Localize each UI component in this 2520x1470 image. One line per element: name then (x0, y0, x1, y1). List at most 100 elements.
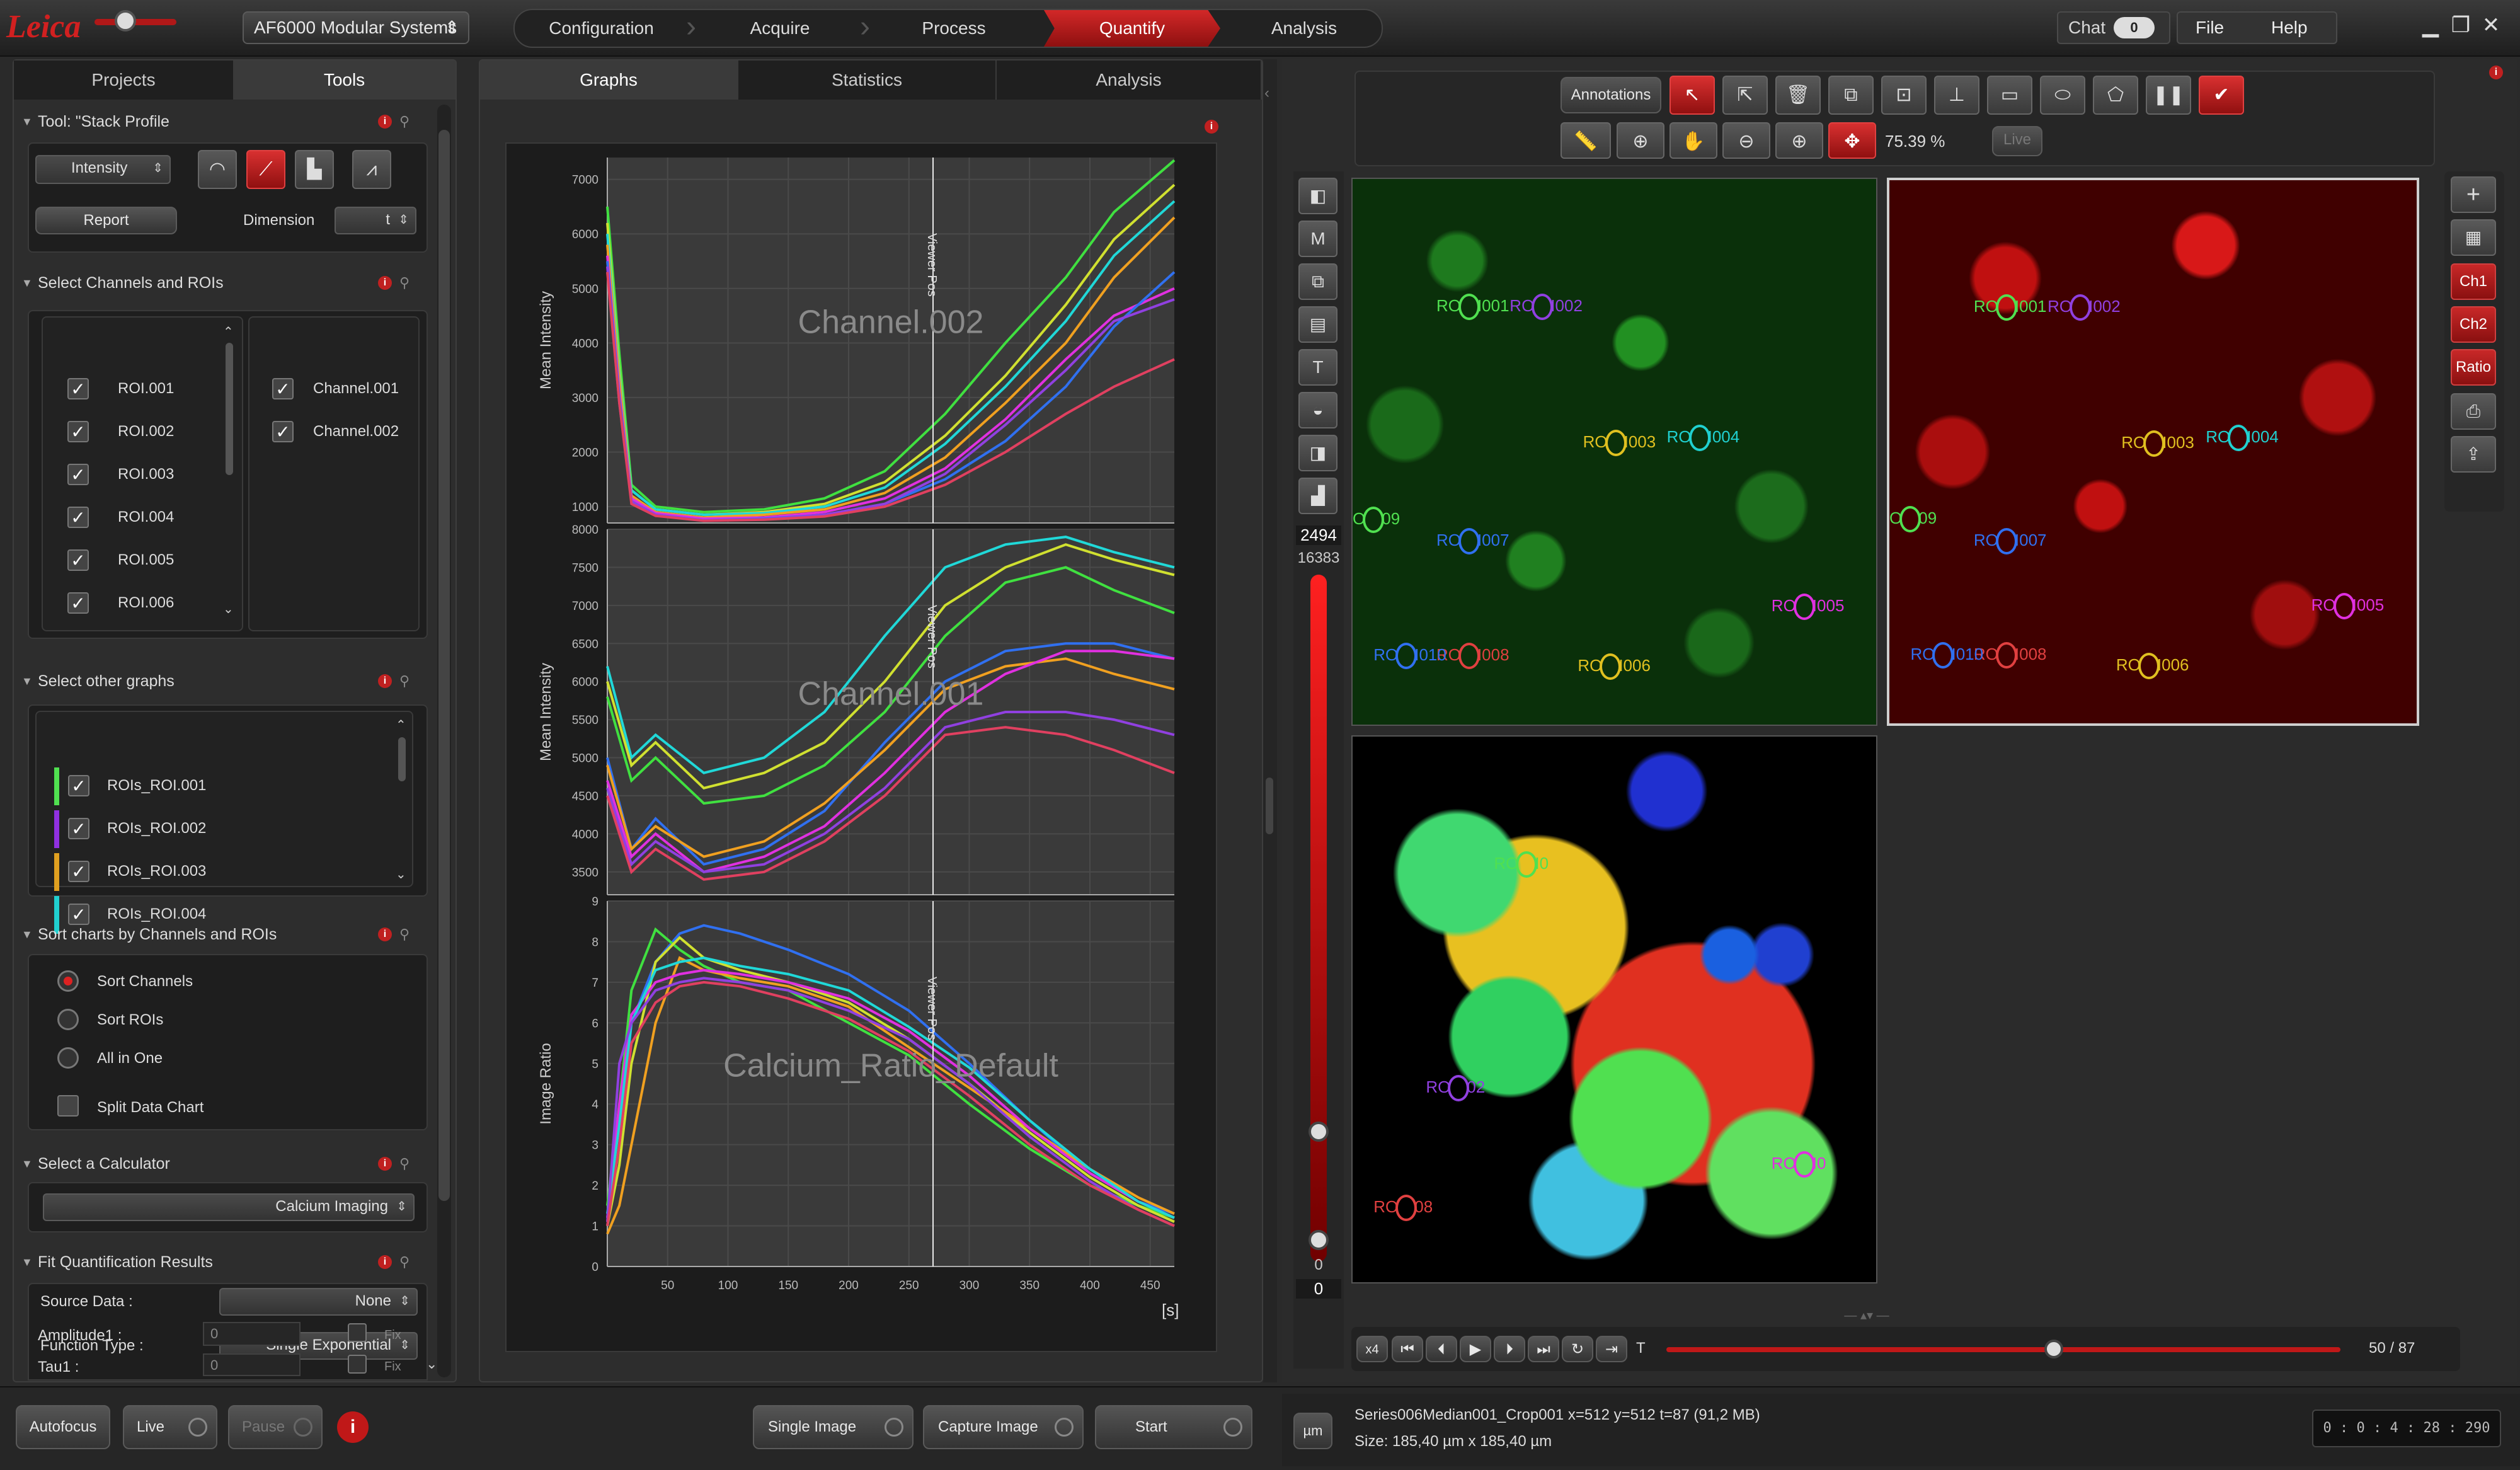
pin-icon[interactable]: ⚲ (399, 267, 410, 299)
roi-marker[interactable]: RO 08 (1373, 1195, 1433, 1222)
roi-list-scrollbar[interactable]: ⌃ ⌄ (223, 324, 237, 620)
info-icon[interactable]: i (378, 276, 392, 290)
roi-checkbox[interactable]: ✓ (67, 421, 89, 442)
first-frame-button[interactable]: ⏮ (1392, 1336, 1423, 1362)
info-icon[interactable]: i (378, 927, 392, 941)
red-channel-image[interactable]: RO I001 RO I002 RO I003 RO I004 RO I005 RO I006 RO I0… (1887, 178, 2419, 726)
workflow-step-quantify[interactable]: Quantify (1044, 10, 1220, 47)
autofocus-button[interactable]: Autofocus (16, 1405, 110, 1449)
graph-checkbox[interactable]: ✓ (68, 818, 89, 839)
lut-button[interactable]: ◒ (1298, 392, 1337, 428)
ellipse-tool-button[interactable]: ⬭ (2040, 76, 2085, 115)
amplitude-input[interactable]: 0 (203, 1322, 301, 1346)
menu-file[interactable]: File (2196, 13, 2224, 43)
collapse-triangle-icon[interactable]: ▼ (21, 665, 33, 697)
green-channel-image[interactable]: RO I001 RO I002 RO I003 RO I004 RO I005 RO I006 RO I0… (1351, 178, 1877, 726)
roi-marker[interactable]: RO I006 (1578, 653, 1651, 680)
roi-list-item[interactable]: ROI.002 (118, 421, 174, 442)
radio-all-in-one[interactable] (57, 1047, 79, 1069)
roi-marker[interactable]: RO I010 (1910, 641, 1983, 669)
roi-marker[interactable]: RO I004 (2206, 424, 2279, 451)
roi-marker[interactable]: RO I001 (1974, 294, 2047, 321)
pan-tool-button[interactable]: ✋ (1670, 122, 1717, 159)
roi-marker[interactable]: RO I010 (1373, 643, 1446, 670)
fit-to-window-button[interactable]: ✥ (1828, 122, 1876, 159)
line-profile-button[interactable]: ⟋ (246, 150, 285, 189)
collapse-triangle-icon[interactable]: ▼ (21, 1148, 33, 1180)
roi-marker[interactable]: RO I001 (1436, 293, 1509, 320)
channels-section-header[interactable]: ▼ Select Channels and ROIs i ⚲ (14, 267, 430, 299)
histogram-view-button[interactable]: ▟ (1298, 478, 1337, 514)
zoom-out-button[interactable]: ⊖ (1722, 122, 1770, 159)
roi-list-item[interactable]: ROI.005 (118, 549, 174, 571)
maximize-icon[interactable]: ❐ (2448, 13, 2473, 38)
channel-checkbox[interactable]: ✓ (272, 421, 294, 442)
channel-2-button[interactable]: Ch2 (2451, 306, 2496, 343)
tau-fix-checkbox[interactable] (348, 1355, 367, 1374)
delete-button[interactable]: 🗑 (1775, 76, 1821, 115)
rectangle-tool-button[interactable]: ▭ (1987, 76, 2032, 115)
intensity-select[interactable]: Intensity ⇕ (35, 155, 171, 184)
graph-checkbox[interactable]: ✓ (68, 775, 89, 796)
stack-view-button[interactable]: ⧉ (1298, 263, 1337, 300)
tool-section-header[interactable]: ▼ Tool: "Stack Profile i ⚲ (14, 106, 430, 137)
pin-icon[interactable]: ⚲ (399, 665, 410, 697)
range-button[interactable]: ⇥ (1596, 1336, 1627, 1362)
pin-icon[interactable]: ⚲ (399, 1246, 410, 1278)
radio-sort-channels[interactable] (57, 970, 79, 992)
zoom-in-button[interactable]: ⊕ (1775, 122, 1823, 159)
collapse-triangle-icon[interactable]: ▼ (21, 919, 33, 950)
histogram-button[interactable]: ▙ (295, 150, 334, 189)
pin-icon[interactable]: ⚲ (399, 919, 410, 950)
minimize-icon[interactable]: ▁ (2418, 13, 2443, 38)
roi-marker[interactable]: RO I003 (2121, 430, 2194, 457)
confirm-button[interactable]: ✔ (2199, 76, 2244, 115)
chevron-up-icon[interactable]: ⌃ (223, 324, 234, 340)
pin-icon[interactable]: ⚲ (399, 1148, 410, 1180)
calculator-section-header[interactable]: ▼ Select a Calculator i ⚲ (14, 1148, 430, 1180)
info-icon[interactable]: i (378, 115, 392, 129)
radio-sort-rois[interactable] (57, 1009, 79, 1030)
roi-marker[interactable]: RO I002 (1509, 293, 1583, 320)
info-alert-icon[interactable]: i (337, 1411, 369, 1443)
export-button[interactable]: ⇪ (2451, 436, 2496, 473)
source-data-select[interactable]: None ⇕ (219, 1288, 418, 1316)
collapse-triangle-icon[interactable]: ▼ (21, 106, 33, 137)
print-button[interactable]: ⎙ (2451, 393, 2496, 430)
roi-checkbox[interactable]: ✓ (67, 549, 89, 571)
channel-1-button[interactable]: Ch1 (2451, 263, 2496, 300)
other-graphs-section-header[interactable]: ▼ Select other graphs i ⚲ (14, 665, 430, 697)
chevron-down-icon[interactable]: ⌄ (396, 866, 406, 882)
roi-marker[interactable]: RO I002 (2048, 294, 2121, 321)
roi-marker[interactable]: RO I0 (1494, 851, 1549, 878)
roi-marker[interactable]: O 09 (1353, 506, 1400, 533)
roi-marker[interactable]: RO I006 (2116, 652, 2189, 679)
scrollbar-thumb[interactable] (226, 343, 233, 475)
tab-graphs[interactable]: Graphs (480, 60, 738, 100)
roi-marker[interactable]: RO I008 (1974, 641, 2047, 669)
select-tool-button[interactable]: ⇱ (1722, 76, 1768, 115)
ratio-image[interactable]: RO I0 RO 02 RO I0 RO 08 (1351, 735, 1877, 1283)
intensity-lower-handle[interactable] (1309, 1230, 1329, 1250)
measure-tool-button[interactable]: 📏 (1561, 122, 1611, 159)
workflow-step-configuration[interactable]: Configuration (515, 10, 688, 47)
capture-image-button[interactable]: Capture Image (923, 1405, 1084, 1449)
pause-button[interactable]: ❚❚ (2146, 76, 2191, 115)
report-button[interactable]: Report (35, 207, 177, 234)
info-icon[interactable]: i (378, 1157, 392, 1171)
intensity-upper-handle[interactable] (1309, 1122, 1329, 1142)
workflow-step-acquire[interactable]: Acquire (699, 10, 861, 47)
roi-marker[interactable]: RO 02 (1426, 1074, 1485, 1101)
max-projection-button[interactable]: M (1298, 221, 1337, 257)
info-icon[interactable]: i (378, 674, 392, 688)
last-frame-button[interactable]: ⏭ (1528, 1336, 1559, 1362)
sort-section-header[interactable]: ▼ Sort charts by Channels and ROIs i ⚲ (14, 919, 430, 950)
play-button[interactable]: ▶ (1460, 1336, 1491, 1362)
add-view-button[interactable]: + (2451, 176, 2496, 213)
roi-marker[interactable]: RO I004 (1667, 424, 1739, 451)
intensity-scale-bar[interactable] (1310, 575, 1327, 1261)
splitter-grip[interactable] (1266, 778, 1273, 834)
speed-button[interactable]: x4 (1356, 1336, 1388, 1362)
close-icon[interactable]: ✕ (2478, 13, 2504, 38)
tab-statistics[interactable]: Statistics (738, 60, 997, 100)
